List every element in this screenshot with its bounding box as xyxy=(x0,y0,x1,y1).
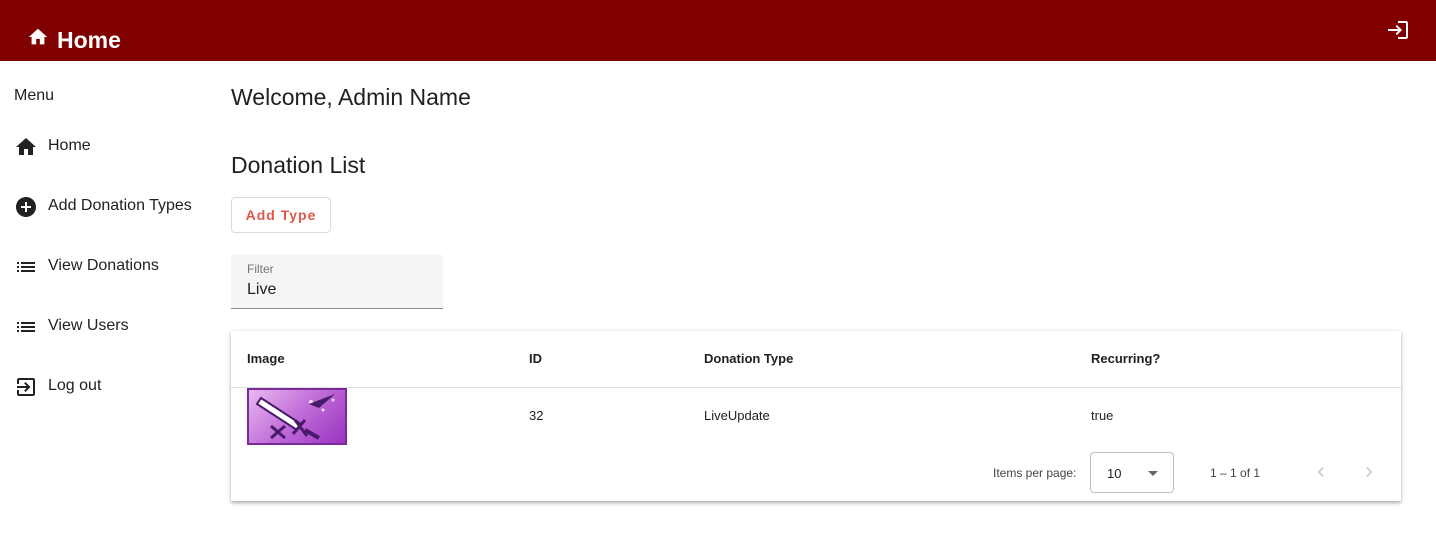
cell-recurring: true xyxy=(1091,408,1114,423)
app-title: Home xyxy=(57,27,121,53)
add-type-button[interactable]: Add Type xyxy=(231,197,331,233)
sidebar-item-view-users[interactable]: View Users xyxy=(0,304,215,350)
sidebar-item-label: Home xyxy=(48,137,91,154)
list-icon xyxy=(17,262,35,272)
login-icon[interactable] xyxy=(1386,18,1410,42)
donation-image xyxy=(247,388,347,445)
top-app-bar: Home xyxy=(0,0,1436,61)
home-icon xyxy=(28,28,48,45)
menu-label: Menu xyxy=(14,87,55,104)
column-header-image[interactable]: Image xyxy=(247,351,285,366)
welcome-heading: Welcome, Admin Name xyxy=(231,84,471,110)
page-range-label: 1 – 1 of 1 xyxy=(1210,466,1261,480)
filter-label: Filter xyxy=(247,262,274,276)
sidebar-item-view-donations[interactable]: View Donations xyxy=(0,244,215,290)
home-icon xyxy=(16,138,36,155)
sidebar-item-label: View Users xyxy=(48,317,129,334)
sidebar-item-home[interactable]: Home xyxy=(0,124,215,170)
sidebar-item-log-out[interactable]: Log out xyxy=(0,364,215,410)
sidebar-item-add-donation-types[interactable]: Add Donation Types xyxy=(0,184,215,230)
column-header-id[interactable]: ID xyxy=(529,351,542,366)
sidebar-item-label: View Donations xyxy=(48,257,159,274)
chevron-down-icon xyxy=(1148,471,1158,476)
add-circle-icon xyxy=(16,197,36,217)
page-title: Donation List xyxy=(231,152,366,178)
previous-page-icon[interactable] xyxy=(1311,462,1331,482)
logout-icon xyxy=(17,378,35,396)
list-icon xyxy=(17,322,35,332)
page-size-value: 10 xyxy=(1107,466,1122,481)
column-header-donation-type[interactable]: Donation Type xyxy=(704,351,793,366)
sidebar-item-label: Add Donation Types xyxy=(48,197,192,214)
column-header-recurring[interactable]: Recurring? xyxy=(1091,351,1160,366)
sidebar: Menu Home Add Donation Types View Donati… xyxy=(0,61,215,551)
filter-field[interactable]: Filter xyxy=(231,254,443,309)
table-header: Image ID Donation Type Recurring? xyxy=(231,331,1401,388)
next-page-icon[interactable] xyxy=(1359,462,1379,482)
donation-table: Image ID Donation Type Recurring? 32 Liv… xyxy=(231,331,1401,501)
sword-icon xyxy=(255,394,335,440)
items-per-page-label: Items per page: xyxy=(993,466,1077,480)
sidebar-item-label: Log out xyxy=(48,377,102,394)
page-size-select[interactable]: 10 xyxy=(1090,452,1174,493)
filter-input[interactable] xyxy=(247,279,427,301)
cell-donation-type: LiveUpdate xyxy=(704,408,770,423)
cell-id: 32 xyxy=(529,408,544,423)
